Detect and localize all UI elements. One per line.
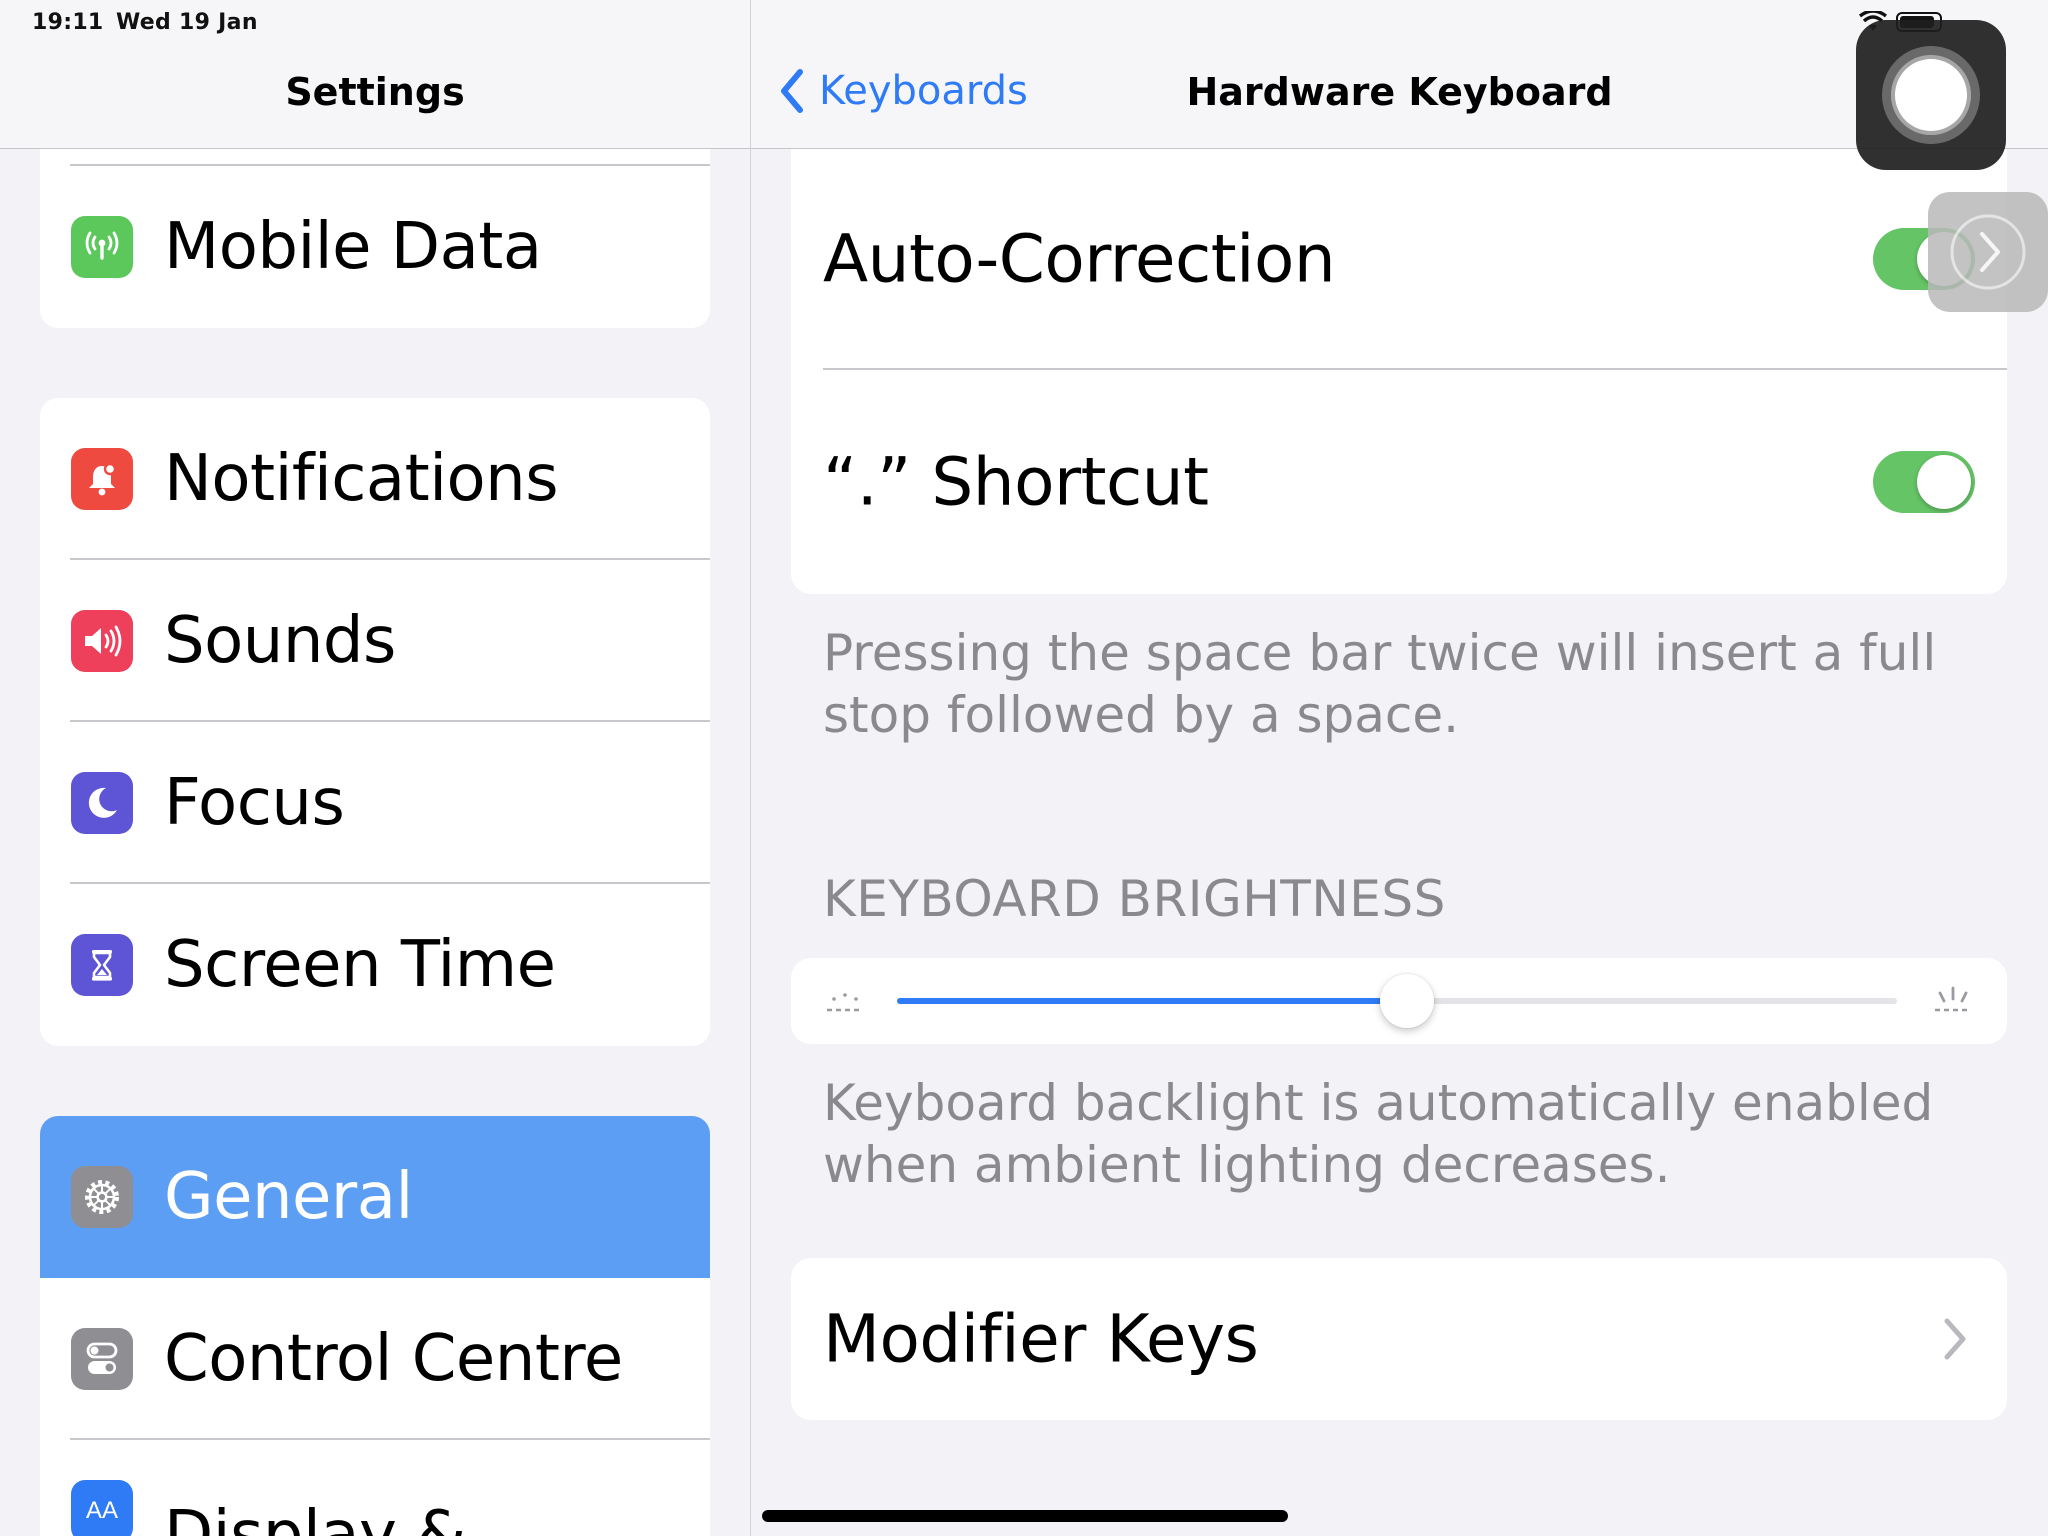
chevron-right-icon xyxy=(1944,1318,1966,1360)
settings-group-notifications: Notifications Sounds Focus Screen Time xyxy=(40,398,710,1046)
sidebar-item-label: Sounds xyxy=(164,604,396,678)
chevron-right-icon xyxy=(1950,214,2026,290)
settings-group-general: General Control Centre AA Display & xyxy=(40,1116,710,1536)
sidebar-item-label: Control Centre xyxy=(164,1322,623,1396)
modifier-keys-label: Modifier Keys xyxy=(823,1300,1259,1378)
brightness-slider-thumb[interactable] xyxy=(1380,974,1434,1028)
assistive-touch-ring xyxy=(1882,46,1980,144)
sidebar-item-label: General xyxy=(164,1160,413,1234)
brightness-slider-fill xyxy=(897,998,1407,1004)
sidebar-item-label: Focus xyxy=(164,766,345,840)
brightness-footnote: Keyboard backlight is automatically enab… xyxy=(823,1074,1934,1194)
sidebar-header: Settings xyxy=(0,0,750,149)
status-time: 19:11 xyxy=(32,10,104,35)
home-indicator[interactable] xyxy=(762,1510,1288,1522)
auto-correction-label: Auto-Correction xyxy=(823,220,1336,298)
sidebar-item-general[interactable]: General xyxy=(40,1116,710,1278)
sidebar-title: Settings xyxy=(285,70,465,114)
sidebar-item-screen-time[interactable]: Screen Time xyxy=(40,884,710,1046)
brightness-slider[interactable] xyxy=(897,974,1897,1028)
keyboard-brightness-header: KEYBOARD BRIGHTNESS xyxy=(823,870,1446,928)
auto-correction-row: Auto-Correction xyxy=(791,148,2007,370)
bell-icon xyxy=(71,448,133,510)
sidebar-item-label: Mobile Data xyxy=(164,210,542,284)
settings-app: 19:11 Wed 19 Jan Settings Mobile Data No… xyxy=(0,0,2048,1536)
antenna-icon xyxy=(71,216,133,278)
brightness-slider-card xyxy=(791,958,2007,1044)
sidebar-item-label: Screen Time xyxy=(164,928,556,1002)
back-button[interactable]: Keyboards xyxy=(779,68,1028,114)
split-divider[interactable] xyxy=(750,0,751,1536)
assistive-touch-center xyxy=(1891,55,1971,135)
modifier-keys-card: Modifier Keys xyxy=(791,1258,2007,1420)
detail-header: Hardware Keyboard Keyboards xyxy=(751,0,2048,149)
shortcut-footnote: Pressing the space bar twice will insert… xyxy=(823,624,1937,744)
brightness-high-icon xyxy=(1935,986,1971,1012)
toggles-icon xyxy=(71,1328,133,1390)
sidebar-item-display-brightness[interactable]: AA Display & xyxy=(40,1440,710,1536)
period-shortcut-label: “.” Shortcut xyxy=(823,443,1209,521)
modifier-keys-row[interactable]: Modifier Keys xyxy=(791,1258,2007,1420)
assistive-touch-button[interactable] xyxy=(1856,20,2006,170)
sidebar-item-focus[interactable]: Focus xyxy=(40,722,710,884)
sidebar-item-sounds[interactable]: Sounds xyxy=(40,560,710,722)
status-date: Wed 19 Jan xyxy=(116,10,258,35)
sidebar-item-mobile-data[interactable]: Mobile Data xyxy=(40,166,710,328)
moon-icon xyxy=(71,772,133,834)
gear-icon xyxy=(71,1166,133,1228)
sidebar-item-label: Display & xyxy=(164,1498,466,1536)
sidebar-item-label: Notifications xyxy=(164,442,559,516)
text-size-icon: AA xyxy=(71,1480,133,1536)
sidebar-item-notifications[interactable]: Notifications xyxy=(40,398,710,560)
back-button-label: Keyboards xyxy=(819,68,1028,114)
period-shortcut-toggle[interactable] xyxy=(1873,451,1975,513)
hourglass-icon xyxy=(71,934,133,996)
speaker-icon xyxy=(71,610,133,672)
sidebar-item-control-centre[interactable]: Control Centre xyxy=(40,1278,710,1440)
options-card: Auto-Correction “.” Shortcut xyxy=(791,148,2007,594)
toggle-knob xyxy=(1917,455,1971,509)
period-shortcut-row: “.” Shortcut xyxy=(791,370,2007,594)
chevron-left-icon xyxy=(781,69,803,113)
brightness-low-icon xyxy=(827,993,863,1012)
side-panel-handle[interactable] xyxy=(1928,192,2048,312)
